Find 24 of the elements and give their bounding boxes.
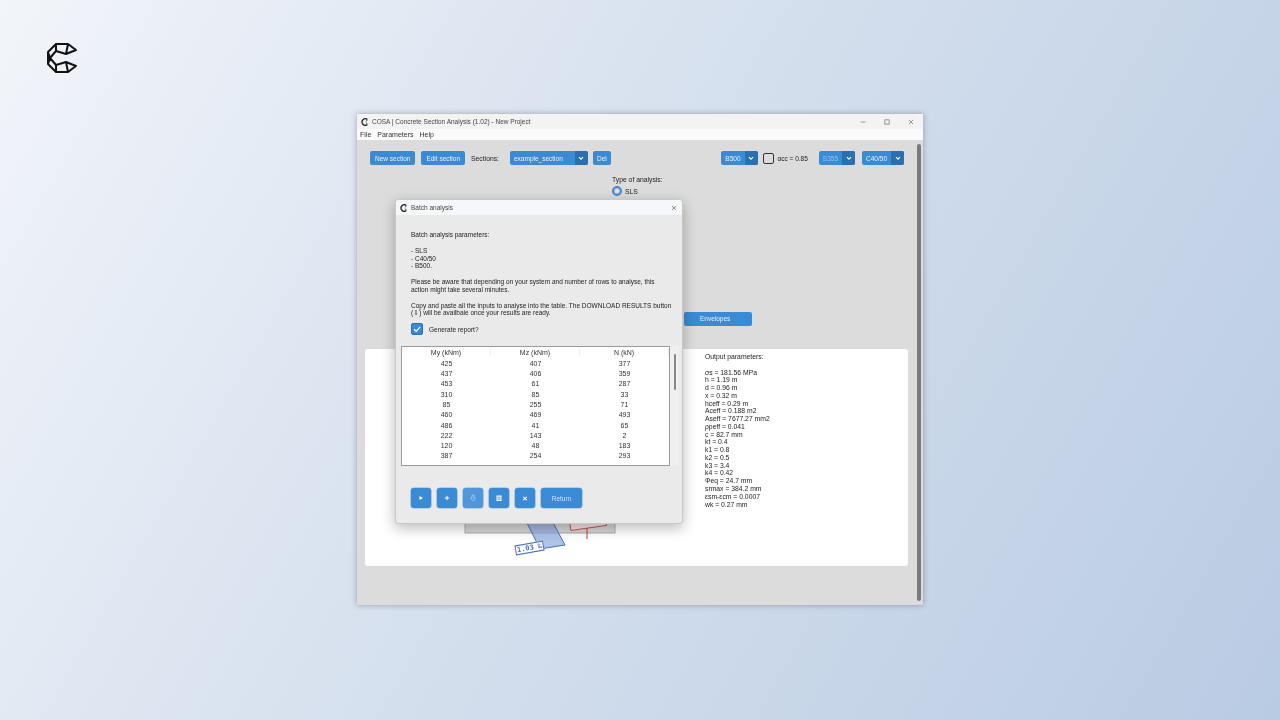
run-button[interactable] — [411, 488, 431, 509]
bin-icon — [494, 493, 504, 504]
radio-button[interactable] — [612, 186, 622, 196]
maximize-icon — [884, 118, 890, 125]
check-icon — [412, 324, 422, 335]
download-icon — [468, 493, 478, 504]
chevron-down-icon — [577, 154, 586, 162]
app-icon — [361, 117, 369, 126]
minimize-icon — [860, 118, 866, 125]
chevron-down-icon — [893, 154, 902, 162]
logo-icon — [46, 42, 78, 74]
app-icon — [400, 203, 408, 212]
scrollbar[interactable] — [917, 144, 921, 601]
checkbox[interactable] — [411, 323, 423, 336]
scrollbar-thumb[interactable] — [673, 354, 676, 391]
checkbox[interactable] — [762, 152, 774, 164]
chevron-down-icon — [747, 154, 755, 162]
chevron-down-icon — [844, 154, 853, 162]
clear-button[interactable] — [515, 488, 535, 509]
cross-icon — [520, 493, 530, 504]
close-icon — [671, 204, 677, 211]
close-icon — [908, 118, 914, 125]
delete-button[interactable] — [489, 488, 509, 509]
add-row-button[interactable] — [437, 488, 457, 509]
